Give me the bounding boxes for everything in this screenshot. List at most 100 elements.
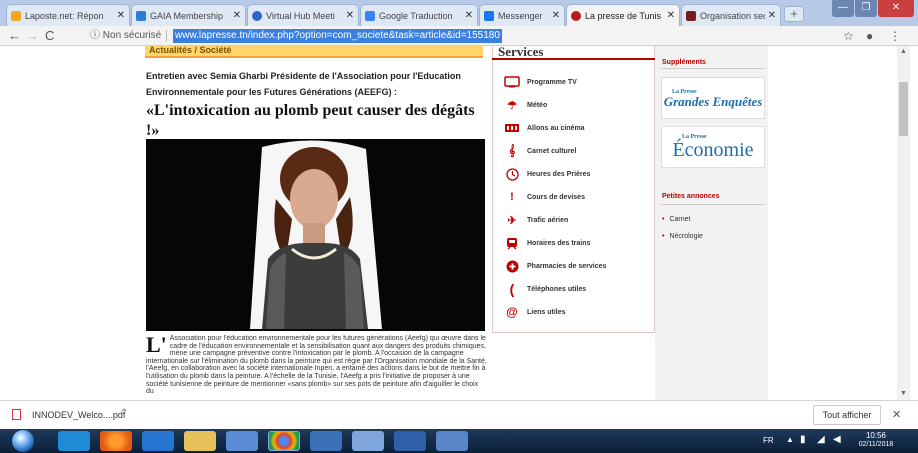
minimize-button[interactable]: —	[832, 0, 854, 17]
service-link-programme-tv[interactable]: Programme TV	[504, 74, 577, 90]
maximize-button[interactable]: ❐	[855, 0, 877, 17]
service-label: Trafic aérien	[527, 216, 569, 224]
chrome-icon[interactable]	[268, 431, 300, 451]
app-icon[interactable]	[310, 431, 342, 451]
pharmacy-icon	[504, 259, 520, 273]
service-link-cinema[interactable]: Allons au cinéma	[504, 120, 585, 136]
service-label: Carnet culturel	[527, 147, 577, 155]
bullet-icon: •	[662, 216, 665, 223]
address-bar[interactable]: www.lapresse.tn/index.php?option=com_soc…	[173, 29, 502, 43]
close-icon[interactable]: ✕	[465, 10, 473, 21]
security-indicator[interactable]: ⓘ Non sécurisé	[90, 29, 161, 43]
network-icon[interactable]	[226, 431, 258, 451]
tab-label: Organisation secr	[700, 10, 765, 21]
umbrella-icon: ☂	[507, 99, 517, 112]
tab-strip: Laposte.net: Répon ✕ GAIA Membership ✕ V…	[0, 0, 918, 26]
close-icon[interactable]: ✕	[892, 408, 901, 421]
service-label: Pharmacies de services	[527, 262, 607, 270]
tray-expand-icon[interactable]: ▲	[786, 435, 794, 444]
tab-label: Messenger	[498, 10, 543, 21]
tab-lapresse[interactable]: La presse de Tunis ✕	[566, 4, 680, 26]
close-icon[interactable]: ✕	[552, 10, 560, 21]
new-tab-button[interactable]: +	[784, 6, 804, 22]
ad-link-necrologie[interactable]: • Nécrologie	[662, 233, 703, 240]
ad-label: Carnet	[669, 216, 691, 223]
service-link-devises[interactable]: ! Cours de devises	[504, 189, 585, 205]
firefox-icon[interactable]	[100, 431, 132, 451]
scrollbar-thumb[interactable]	[899, 82, 908, 136]
tab-laposte[interactable]: Laposte.net: Répon ✕	[6, 4, 130, 26]
show-all-button[interactable]: Tout afficher	[813, 405, 881, 425]
app-icon[interactable]	[436, 431, 468, 451]
service-label: Météo	[527, 101, 548, 109]
film-icon	[504, 121, 520, 135]
divider	[166, 30, 167, 42]
phone-icon: (	[509, 281, 515, 297]
browser-toolbar: ← → C ⓘ Non sécurisé www.lapresse.tn/ind…	[0, 26, 918, 46]
bullet-icon: •	[662, 233, 665, 240]
tab-virtual-hub[interactable]: Virtual Hub Meeti ✕	[247, 4, 359, 26]
app-icon[interactable]	[394, 431, 426, 451]
language-indicator[interactable]: FR	[763, 436, 774, 445]
download-filename[interactable]: INNODEV_Welco....pdf	[32, 410, 125, 420]
supplement-grandes-enquetes[interactable]: La Presse Grandes Enquêtes	[661, 77, 765, 119]
close-icon[interactable]: ✕	[117, 10, 125, 21]
service-label: Allons au cinéma	[527, 124, 585, 132]
service-link-trafic-aerien[interactable]: ✈ Trafic aérien	[504, 212, 568, 228]
menu-icon[interactable]: ⋮	[889, 28, 901, 44]
divider	[661, 204, 765, 205]
supplement-economie[interactable]: La Presse Économie	[661, 126, 765, 168]
service-link-prieres[interactable]: Heures des Prières	[504, 166, 590, 182]
divider	[492, 58, 655, 60]
close-icon[interactable]: ✕	[667, 10, 675, 21]
service-link-liens[interactable]: @ Liens utiles	[504, 304, 565, 320]
scroll-down-icon[interactable]: ▼	[900, 390, 907, 397]
clock-time[interactable]: 10:56	[856, 431, 896, 440]
article-body: L' Association pour l'éducation environne…	[146, 335, 487, 400]
start-button[interactable]	[12, 430, 34, 452]
store-icon[interactable]	[58, 431, 90, 451]
article-headline: «L'intoxication au plomb peut causer des…	[146, 102, 475, 139]
network-tray-icon[interactable]: ▮	[800, 434, 806, 445]
folder-icon[interactable]	[184, 431, 216, 451]
service-label: Heures des Prières	[527, 170, 591, 178]
profile-icon[interactable]: ●	[866, 28, 873, 44]
document-icon[interactable]	[352, 431, 384, 451]
close-icon[interactable]: ✕	[346, 10, 354, 21]
tab-google-translate[interactable]: Google Traduction ✕	[360, 4, 478, 26]
scroll-up-icon[interactable]: ▲	[900, 48, 907, 55]
service-label: Horaires des trains	[527, 239, 591, 247]
supplements-title: Suppléments	[662, 59, 706, 66]
clock-date[interactable]: 02/11/2018	[852, 441, 900, 448]
signal-icon[interactable]: ◢	[817, 434, 825, 445]
service-link-meteo[interactable]: ☂ Météo	[504, 97, 547, 113]
security-label: Non sécurisé	[102, 30, 162, 41]
petites-annonces-title: Petites annonces	[662, 193, 720, 200]
tab-label: Google Traduction	[379, 10, 453, 21]
bookmark-star-icon[interactable]: ☆	[843, 28, 854, 44]
back-icon[interactable]: ←	[8, 28, 21, 44]
forward-icon[interactable]: →	[26, 28, 39, 44]
ad-link-carnet[interactable]: • Carnet	[662, 216, 690, 223]
supplement-title: Économie	[672, 139, 754, 161]
outlook-icon[interactable]	[142, 431, 174, 451]
music-icon: 𝄞	[508, 144, 516, 157]
tab-messenger[interactable]: Messenger ✕	[479, 4, 565, 26]
reload-icon[interactable]: C	[45, 28, 54, 44]
service-link-pharmacies[interactable]: Pharmacies de services	[504, 258, 606, 274]
close-icon[interactable]: ✕	[233, 10, 241, 21]
page-viewport: Actualités / Société Entretien avec Semi…	[0, 46, 918, 400]
chevron-up-icon[interactable]: ⌃	[120, 408, 128, 419]
close-icon[interactable]: ✕	[768, 10, 776, 21]
clock-icon	[504, 167, 520, 181]
service-link-carnet-culturel[interactable]: 𝄞 Carnet culturel	[504, 143, 577, 159]
service-link-trains[interactable]: Horaires des trains	[504, 235, 590, 251]
train-icon	[504, 236, 520, 250]
tab-gaia[interactable]: GAIA Membership ✕	[131, 4, 246, 26]
volume-icon[interactable]: ◀	[833, 434, 841, 445]
service-link-telephones[interactable]: ( Téléphones utiles	[504, 281, 586, 297]
tab-organisation[interactable]: Organisation secr ✕	[681, 4, 781, 26]
section-banner: Actualités / Société	[145, 46, 483, 58]
pdf-icon	[12, 409, 21, 420]
close-window-button[interactable]: ✕	[878, 0, 914, 17]
